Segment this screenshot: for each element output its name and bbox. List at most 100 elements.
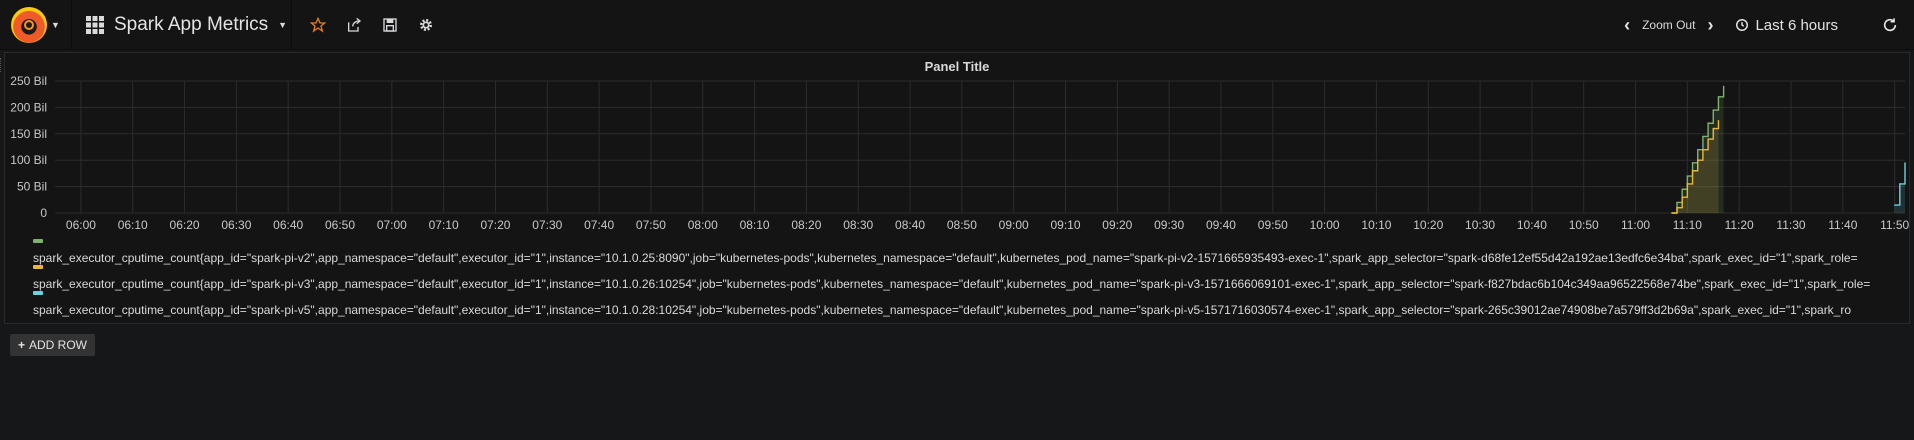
data-point	[1691, 170, 1694, 172]
data-point	[1676, 201, 1678, 204]
data-point	[1707, 138, 1709, 140]
star-button[interactable]	[300, 0, 336, 50]
x-tick-label: 11:00	[1621, 218, 1650, 232]
save-button[interactable]	[372, 0, 408, 50]
data-point	[1702, 135, 1704, 138]
x-tick-label: 06:40	[273, 218, 303, 232]
data-point	[1671, 212, 1673, 214]
time-series-graph[interactable]: 0 50 Bil 100 Bil 150 Bil 200 Bil 250 Bil 06:00…	[5, 75, 1911, 241]
dashboard-picker[interactable]: Spark App Metrics ▼	[72, 0, 292, 50]
save-icon	[383, 18, 397, 32]
data-point	[1894, 204, 1896, 206]
caret-down-icon: ▼	[51, 20, 60, 30]
x-tick-label: 06:20	[170, 218, 200, 232]
refresh-button[interactable]	[1866, 0, 1914, 50]
legend-color-swatch[interactable]	[33, 265, 43, 269]
x-tick-label: 09:10	[1050, 218, 1080, 232]
x-tick-label: 08:40	[895, 218, 925, 232]
x-tick-label: 11:20	[1725, 218, 1754, 232]
data-point	[1691, 162, 1694, 164]
legend-series-label[interactable]: spark_executor_cputime_count{app_id="spa…	[33, 277, 1870, 291]
x-tick-label: 09:00	[999, 218, 1029, 232]
x-tick-label: 08:10	[740, 218, 770, 232]
data-point	[1904, 162, 1906, 164]
legend-series-label[interactable]: spark_executor_cputime_count{app_id="spa…	[33, 303, 1851, 317]
data-point	[1686, 183, 1688, 185]
y-tick-label: 200 Bil	[10, 100, 47, 114]
x-tick-label: 08:00	[688, 218, 718, 232]
legend-color-swatch[interactable]	[33, 239, 43, 243]
dashboard-grid-icon	[86, 16, 104, 34]
x-tick-label: 06:50	[325, 218, 355, 232]
zoom-out-button[interactable]: Zoom Out	[1642, 18, 1695, 32]
x-tick-label: 06:10	[118, 218, 148, 232]
grafana-menu-button[interactable]: ▼	[0, 0, 72, 50]
legend-item[interactable]: spark_executor_cputime_count{app_id="spa…	[33, 291, 1903, 317]
time-controls: ‹ Zoom Out › Last 6 hours	[1624, 0, 1914, 50]
x-tick-label: 07:40	[584, 218, 614, 232]
y-tick-label: 150 Bil	[10, 127, 47, 141]
graph-panel: Panel Title 0 50 Bil 100 Bil 150 Bil 200 Bil…	[4, 52, 1910, 324]
share-button[interactable]	[336, 0, 372, 50]
x-tick-label: 09:30	[1154, 218, 1184, 232]
x-tick-label: 09:20	[1102, 218, 1132, 232]
x-tick-label: 07:30	[532, 218, 562, 232]
settings-button[interactable]	[408, 0, 444, 50]
star-icon	[310, 17, 326, 33]
data-point	[1899, 183, 1901, 185]
refresh-icon	[1883, 18, 1897, 32]
x-tick-label: 10:10	[1361, 218, 1391, 232]
x-tick-label: 10:30	[1465, 218, 1495, 232]
data-point	[1697, 159, 1699, 161]
grafana-logo-icon	[11, 7, 48, 43]
legend-color-swatch[interactable]	[33, 291, 43, 295]
chevron-right-icon[interactable]: ›	[1707, 15, 1713, 36]
legend-item[interactable]: spark_executor_cputime_count{app_id="spa…	[33, 265, 1903, 291]
time-range-picker[interactable]: Last 6 hours	[1735, 17, 1838, 34]
x-tick-label: 06:30	[221, 218, 251, 232]
data-point	[1712, 109, 1714, 111]
data-point	[1686, 175, 1688, 177]
x-tick-label: 10:00	[1310, 218, 1340, 232]
x-tick-label: 08:50	[947, 218, 977, 232]
share-icon	[348, 17, 362, 32]
caret-down-icon: ▼	[278, 20, 288, 30]
x-tick-label: 11:40	[1828, 218, 1857, 232]
x-tick-label: 11:50	[1880, 218, 1909, 232]
data-point	[1702, 149, 1704, 151]
x-tick-label: 09:50	[1258, 218, 1288, 232]
add-row-button[interactable]: + ADD ROW	[10, 334, 96, 356]
x-tick-label: 08:30	[843, 218, 873, 232]
chevron-left-icon[interactable]: ‹	[1624, 15, 1630, 36]
y-tick-label: 250 Bil	[10, 75, 47, 88]
x-tick-label: 10:40	[1517, 218, 1547, 232]
add-row-label: ADD ROW	[29, 338, 88, 352]
x-tick-label: 06:00	[66, 218, 96, 232]
x-tick-label: 10:20	[1413, 218, 1443, 232]
x-tick-label: 10:50	[1569, 218, 1599, 232]
legend-series-label[interactable]: spark_executor_cputime_count{app_id="spa…	[33, 251, 1858, 265]
y-tick-label: 0	[40, 206, 47, 220]
x-tick-label: 07:20	[480, 218, 510, 232]
zoom-group: ‹ Zoom Out ›	[1624, 15, 1713, 36]
y-tick-label: 100 Bil	[10, 153, 47, 167]
x-tick-label: 08:20	[791, 218, 821, 232]
graph-legend: spark_executor_cputime_count{app_id="spa…	[33, 239, 1903, 317]
data-point	[1717, 96, 1720, 98]
panel-title[interactable]: Panel Title	[5, 59, 1909, 74]
x-tick-label: 11:10	[1673, 218, 1702, 232]
gear-icon	[420, 19, 432, 31]
data-point	[1707, 122, 1709, 124]
time-range-label: Last 6 hours	[1755, 16, 1838, 34]
plus-icon: +	[18, 338, 26, 352]
data-point	[1676, 207, 1678, 209]
dashboard-title: Spark App Metrics	[114, 14, 269, 35]
legend-item[interactable]: spark_executor_cputime_count{app_id="spa…	[33, 239, 1903, 265]
data-point	[1712, 127, 1714, 130]
data-point	[1681, 196, 1683, 198]
x-tick-label: 11:30	[1776, 218, 1805, 232]
x-tick-label: 07:10	[429, 218, 459, 232]
x-tick-label: 07:50	[636, 218, 666, 232]
clock-icon	[1736, 19, 1749, 31]
x-tick-label: 09:40	[1206, 218, 1236, 232]
